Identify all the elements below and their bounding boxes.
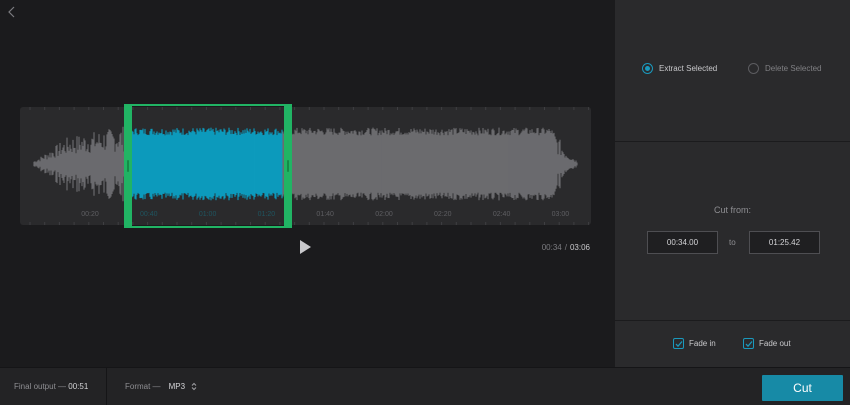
play-button[interactable] [297,238,313,256]
format-label: Format — [125,382,161,391]
total-time: 03:06 [569,243,590,252]
waveform-panel[interactable]: 00:20 00:40 01:00 01:20 01:40 02:00 02:20 02:40… [20,107,591,225]
grip-icon [287,160,289,172]
grip-icon [127,160,129,172]
format-value: MP3 [168,382,186,391]
final-output-value: 00:51 [68,382,89,391]
time-label: 02:20 [434,211,452,218]
radio-label: Delete Selected [765,64,822,73]
radio-extract-selected[interactable]: Extract Selected [642,63,717,74]
selection-start-handle[interactable] [124,104,132,228]
time-readout: 00:34/03:06 [542,243,590,252]
radio-label: Extract Selected [659,64,718,73]
cut-start-input[interactable] [647,231,718,254]
fade-out-label: Fade out [759,339,791,348]
checkbox[interactable] [743,338,754,349]
back-button[interactable] [5,4,19,20]
cut-button[interactable]: Cut [762,375,843,401]
radio-delete-selected[interactable]: Delete Selected [748,63,821,74]
selection-region[interactable] [124,104,291,228]
selection-end-handle[interactable] [284,104,292,228]
waveform [29,107,590,225]
to-label: to [729,238,736,247]
fade-out-checkbox[interactable]: Fade out [743,338,791,349]
cut-from-label: Cut from: [713,205,751,215]
divider [106,368,107,405]
divider [615,141,850,142]
time-separator: / [564,243,567,252]
radio-button[interactable] [748,63,759,74]
checkmark-icon [745,341,753,348]
sort-arrows-icon [191,382,197,391]
bottom-bar: Final output — 00:51 Format — MP3 Cut [0,367,850,405]
divider [615,320,850,321]
cut-end-input[interactable] [749,231,820,254]
format-selector[interactable]: Format — MP3 [125,382,197,391]
current-time: 00:34 [541,243,562,252]
settings-panel: Extract Selected Delete Selected Cut fro… [615,0,850,367]
time-label: 03:00 [551,211,570,218]
final-output: Final output — 00:51 [14,382,88,391]
final-output-label: Final output — [14,382,67,391]
fade-in-label: Fade in [689,339,716,348]
chevron-left-icon [8,6,15,18]
fade-in-checkbox[interactable]: Fade in [673,338,716,349]
editor-area: 00:20 00:40 01:00 01:20 01:40 02:00 02:20 02:40… [0,0,615,367]
play-icon [300,240,311,254]
checkmark-icon [675,341,683,348]
checkbox[interactable] [673,338,684,349]
time-label: 00:20 [81,211,99,218]
time-label: 02:00 [375,211,393,218]
time-label: 02:40 [492,211,511,218]
time-label: 01:40 [316,211,334,218]
radio-button[interactable] [642,63,653,74]
